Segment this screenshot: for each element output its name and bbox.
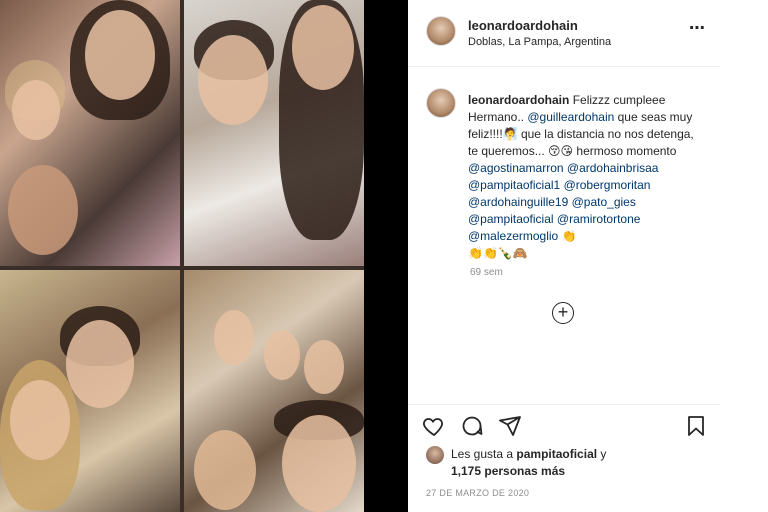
post-header: leonardoardohain Doblas, La Pampa, Argen… [408, 0, 720, 67]
caption-avatar[interactable] [426, 88, 456, 118]
mention-link[interactable]: @guilleardohain [527, 110, 614, 124]
mention-link[interactable]: @ardohainbrisaa [567, 161, 659, 175]
likes-connector: y [600, 447, 607, 461]
more-options-icon[interactable]: ⋯ [689, 18, 706, 38]
actions-divider [408, 404, 720, 405]
mention-link[interactable]: @pampitaoficial1 [468, 178, 560, 192]
avatar[interactable] [426, 16, 456, 46]
heart-icon[interactable] [422, 414, 446, 438]
post-date[interactable]: 27 DE MARZO DE 2020 [426, 488, 529, 498]
bookmark-icon[interactable] [684, 414, 708, 438]
mention-link[interactable]: @robergmoritan [564, 178, 651, 192]
post-image-collage[interactable] [0, 0, 364, 512]
post-caption: leonardoardohain Felizzz cumpleee Herman… [468, 92, 704, 262]
caption-timestamp[interactable]: 69 sem [470, 267, 503, 278]
collage-photo-bottom-left [0, 270, 180, 512]
mention-link[interactable]: @agostinamarron [468, 161, 564, 175]
mention-link[interactable]: @pato_gies [572, 195, 636, 209]
image-side-border [364, 0, 408, 512]
collage-photo-top-right [184, 0, 364, 266]
mention-link[interactable]: @ardohainguille19 [468, 195, 568, 209]
caption-emoji: 👏 [561, 229, 577, 243]
page-gutter [720, 0, 768, 512]
liker-username[interactable]: pampitaoficial [516, 447, 597, 461]
post-details-panel: leonardoardohain Doblas, La Pampa, Argen… [408, 0, 720, 512]
post-location[interactable]: Doblas, La Pampa, Argentina [468, 36, 611, 48]
likes-count[interactable]: 1,175 personas más [451, 464, 565, 478]
post-username[interactable]: leonardoardohain [468, 18, 578, 33]
send-icon[interactable] [498, 414, 522, 438]
likes-prefix: Les gusta a [451, 447, 514, 461]
likes-summary: Les gusta a pampitaoficial y 1,175 perso… [451, 446, 606, 480]
liker-avatar[interactable] [426, 446, 444, 464]
load-more-comments-icon[interactable]: + [552, 302, 574, 324]
collage-photo-bottom-right [184, 270, 364, 512]
mention-link[interactable]: @ramirotortone [557, 212, 641, 226]
mention-link[interactable]: @malezermoglio [468, 229, 558, 243]
caption-emoji-line: 👏👏🍾🙈 [468, 246, 528, 260]
mention-link[interactable]: @pampitaoficial [468, 212, 554, 226]
collage-photo-top-left [0, 0, 180, 266]
comment-icon[interactable] [460, 414, 484, 438]
caption-username[interactable]: leonardoardohain [468, 93, 569, 107]
